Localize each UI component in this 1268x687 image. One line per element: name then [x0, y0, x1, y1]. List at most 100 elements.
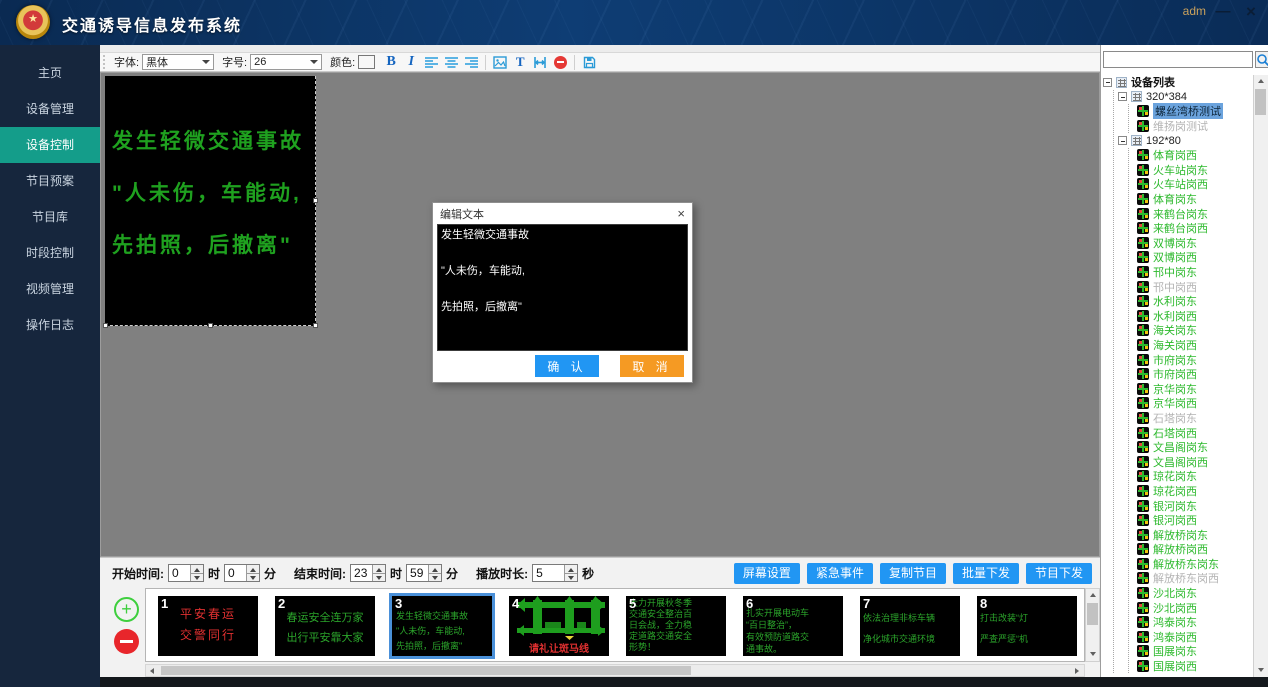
minimize-icon[interactable]: —: [1212, 2, 1234, 22]
tree-device-item[interactable]: 银河岗西: [1137, 513, 1253, 528]
start-minute-stepper[interactable]: 0: [224, 564, 260, 582]
playlist-item-4[interactable]: 4请礼让斑马线: [509, 596, 609, 656]
tree-root[interactable]: 设备列表: [1103, 75, 1253, 90]
tree-device-item[interactable]: 银河岗东: [1137, 498, 1253, 513]
spin-down-icon[interactable]: [373, 573, 385, 582]
tree-device-item[interactable]: 市府岗东: [1137, 352, 1253, 367]
spin-up-icon[interactable]: [247, 565, 259, 573]
sidebar-item-device-manage[interactable]: 设备管理: [0, 91, 100, 127]
playlist-item-7[interactable]: 7依法治理非标车辆净化城市交通环境: [860, 596, 960, 656]
align-center-button[interactable]: [441, 53, 461, 71]
scroll-right-icon[interactable]: [1071, 665, 1084, 676]
search-button[interactable]: [1255, 51, 1268, 68]
spin-down-icon[interactable]: [191, 573, 203, 582]
align-right-button[interactable]: [461, 53, 481, 71]
spin-up-icon[interactable]: [565, 565, 577, 573]
resize-handle[interactable]: [313, 323, 318, 328]
tree-device-item[interactable]: 解放桥东岗东: [1137, 557, 1253, 572]
tree-device-item[interactable]: 火车站岗西: [1137, 177, 1253, 192]
tree-device-item[interactable]: 邗中岗东: [1137, 265, 1253, 280]
scroll-down-icon[interactable]: [1254, 664, 1267, 677]
tree-device-item[interactable]: 来鹤台岗东: [1137, 206, 1253, 221]
collapse-icon[interactable]: [1118, 92, 1127, 101]
tree-device-item[interactable]: 维扬岗测试: [1137, 119, 1253, 134]
tree-device-item[interactable]: 海关岗东: [1137, 323, 1253, 338]
tree-device-item[interactable]: 京华岗东: [1137, 381, 1253, 396]
tree-device-item[interactable]: 琼花岗西: [1137, 484, 1253, 499]
collapse-icon[interactable]: [1103, 78, 1112, 87]
sidebar-item-video-manage[interactable]: 视频管理: [0, 271, 100, 307]
tree-device-item[interactable]: 邗中岗西: [1137, 279, 1253, 294]
playlist-item-5[interactable]: 5大力开展秋冬季交通安全整治百日会战，全力稳定道路交通安全形势！: [626, 596, 726, 656]
tree-device-item[interactable]: 国展岗东: [1137, 644, 1253, 659]
tree-device-item[interactable]: 解放桥岗西: [1137, 542, 1253, 557]
align-left-button[interactable]: [421, 53, 441, 71]
spin-up-icon[interactable]: [373, 565, 385, 573]
resize-handle[interactable]: [103, 323, 108, 328]
scroll-down-icon[interactable]: [1086, 648, 1099, 661]
playlist-item-8[interactable]: 8打击改装“灯严查严惩“机: [977, 596, 1077, 656]
tree-device-item[interactable]: 沙北岗东: [1137, 586, 1253, 601]
scrollbar-thumb[interactable]: [161, 666, 691, 675]
tree-device-item[interactable]: 市府岗西: [1137, 367, 1253, 382]
tree-device-item[interactable]: 文昌阁岗西: [1137, 454, 1253, 469]
sidebar-item-operation-log[interactable]: 操作日志: [0, 307, 100, 343]
delete-button[interactable]: [550, 53, 570, 71]
close-icon[interactable]: ×: [1240, 2, 1262, 22]
tree-device-item[interactable]: 体育岗西: [1137, 148, 1253, 163]
scrollbar-thumb[interactable]: [1087, 603, 1098, 625]
add-program-button[interactable]: +: [114, 597, 139, 622]
sidebar-item-program-library[interactable]: 节目库: [0, 199, 100, 235]
scrollbar-thumb[interactable]: [1255, 89, 1266, 115]
confirm-button[interactable]: 确 认: [535, 355, 599, 377]
spin-down-icon[interactable]: [429, 573, 441, 582]
tree-device-item[interactable]: 双博岗西: [1137, 250, 1253, 265]
tree-device-item[interactable]: 文昌阁岗东: [1137, 440, 1253, 455]
save-button[interactable]: [579, 53, 599, 71]
playlist-item-2[interactable]: 2春运安全连万家出行平安靠大家: [275, 596, 375, 656]
screen-fit-button[interactable]: [530, 53, 550, 71]
resize-handle[interactable]: [208, 323, 213, 328]
start-hour-stepper[interactable]: 0: [168, 564, 204, 582]
emergency-event-button[interactable]: 紧急事件: [807, 563, 873, 584]
resize-handle[interactable]: [313, 198, 318, 203]
collapse-icon[interactable]: [1118, 136, 1127, 145]
scroll-up-icon[interactable]: [1086, 589, 1099, 602]
scroll-up-icon[interactable]: [1254, 75, 1267, 88]
sidebar-item-period-control[interactable]: 时段控制: [0, 235, 100, 271]
tree-device-item[interactable]: 石塔岗东: [1137, 411, 1253, 426]
font-size-select[interactable]: 26: [250, 54, 322, 70]
font-select[interactable]: 黑体: [142, 54, 214, 70]
tree-device-item[interactable]: 石塔岗西: [1137, 425, 1253, 440]
tree-device-item[interactable]: 国展岗西: [1137, 659, 1253, 674]
spin-up-icon[interactable]: [429, 565, 441, 573]
spin-down-icon[interactable]: [247, 573, 259, 582]
tree-scrollbar[interactable]: [1253, 75, 1268, 677]
playlist-item-1[interactable]: 1平安春运交警同行: [158, 596, 258, 656]
text-editor-area[interactable]: 发生轻微交通事故 "人未伤，车能动, 先拍照，后撤离": [437, 224, 688, 351]
playlist-horizontal-scrollbar[interactable]: [145, 664, 1085, 677]
program-send-button[interactable]: 节目下发: [1026, 563, 1092, 584]
search-input[interactable]: [1103, 51, 1253, 68]
italic-button[interactable]: I: [401, 53, 421, 71]
tree-device-item[interactable]: 海关岗西: [1137, 338, 1253, 353]
tree-device-item[interactable]: 火车站岗东: [1137, 163, 1253, 178]
tree-device-item[interactable]: 京华岗西: [1137, 396, 1253, 411]
insert-image-button[interactable]: [490, 53, 510, 71]
tree-device-item[interactable]: 琼花岗东: [1137, 469, 1253, 484]
copy-program-button[interactable]: 复制节目: [880, 563, 946, 584]
remove-program-button[interactable]: [114, 629, 139, 654]
tree-device-item[interactable]: 鸿泰岗东: [1137, 615, 1253, 630]
tree-group-192*80[interactable]: 192*80: [1118, 133, 1253, 148]
bold-button[interactable]: B: [381, 53, 401, 71]
color-swatch[interactable]: [358, 55, 375, 69]
close-icon[interactable]: ×: [677, 206, 685, 221]
dialog-title-bar[interactable]: 编辑文本 ×: [433, 203, 692, 224]
duration-stepper[interactable]: 5: [532, 564, 578, 582]
tree-device-item[interactable]: 鸿泰岗西: [1137, 630, 1253, 645]
tree-device-item[interactable]: 解放桥岗东: [1137, 527, 1253, 542]
cancel-button[interactable]: 取 消: [620, 355, 684, 377]
sidebar-item-device-control[interactable]: 设备控制: [0, 127, 100, 163]
tree-device-item[interactable]: 水利岗西: [1137, 309, 1253, 324]
tree-device-item[interactable]: 来鹤台岗西: [1137, 221, 1253, 236]
